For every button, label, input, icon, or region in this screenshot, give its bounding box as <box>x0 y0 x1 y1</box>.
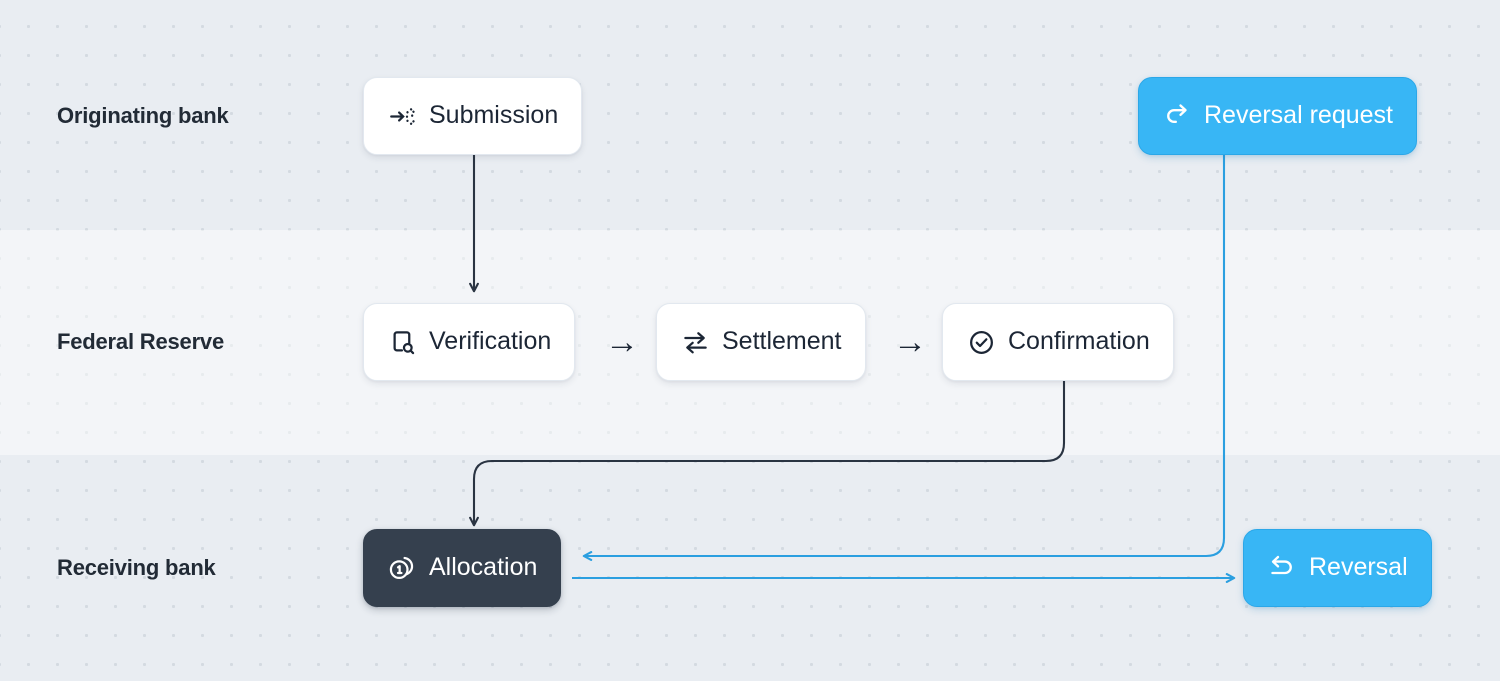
inline-arrow-settlement-to-confirmation: → <box>893 325 927 359</box>
node-verification-label: Verification <box>429 329 551 354</box>
undo-arrow-icon <box>1267 553 1297 583</box>
node-confirmation-label: Confirmation <box>1008 329 1150 354</box>
node-submission-label: Submission <box>429 103 558 128</box>
node-settlement-label: Settlement <box>722 329 842 354</box>
node-allocation-label: Allocation <box>429 555 537 580</box>
inline-arrow-verification-to-settlement: → <box>605 325 639 359</box>
connector-confirmation-to-allocation <box>474 381 1064 525</box>
arrow-into-burst-icon <box>387 101 417 131</box>
node-verification[interactable]: Verification <box>363 303 575 381</box>
diagram-canvas: Originating bank Federal Reserve Receivi… <box>0 0 1500 681</box>
node-reversal-request[interactable]: Reversal request <box>1138 77 1417 155</box>
document-search-icon <box>387 327 417 357</box>
lane-label-federal-reserve: Federal Reserve <box>57 329 224 355</box>
node-confirmation[interactable]: Confirmation <box>942 303 1174 381</box>
node-reversal[interactable]: Reversal <box>1243 529 1432 607</box>
check-circle-icon <box>966 327 996 357</box>
node-settlement[interactable]: Settlement <box>656 303 866 381</box>
node-reversal-request-label: Reversal request <box>1204 103 1393 128</box>
node-reversal-label: Reversal <box>1309 555 1408 580</box>
lane-label-originating-bank: Originating bank <box>57 103 229 129</box>
node-allocation[interactable]: Allocation <box>363 529 561 607</box>
redo-arrow-icon <box>1162 101 1192 131</box>
double-arrow-right-icon <box>680 327 710 357</box>
node-submission[interactable]: Submission <box>363 77 582 155</box>
lane-label-receiving-bank: Receiving bank <box>57 555 216 581</box>
coins-icon <box>387 553 417 583</box>
